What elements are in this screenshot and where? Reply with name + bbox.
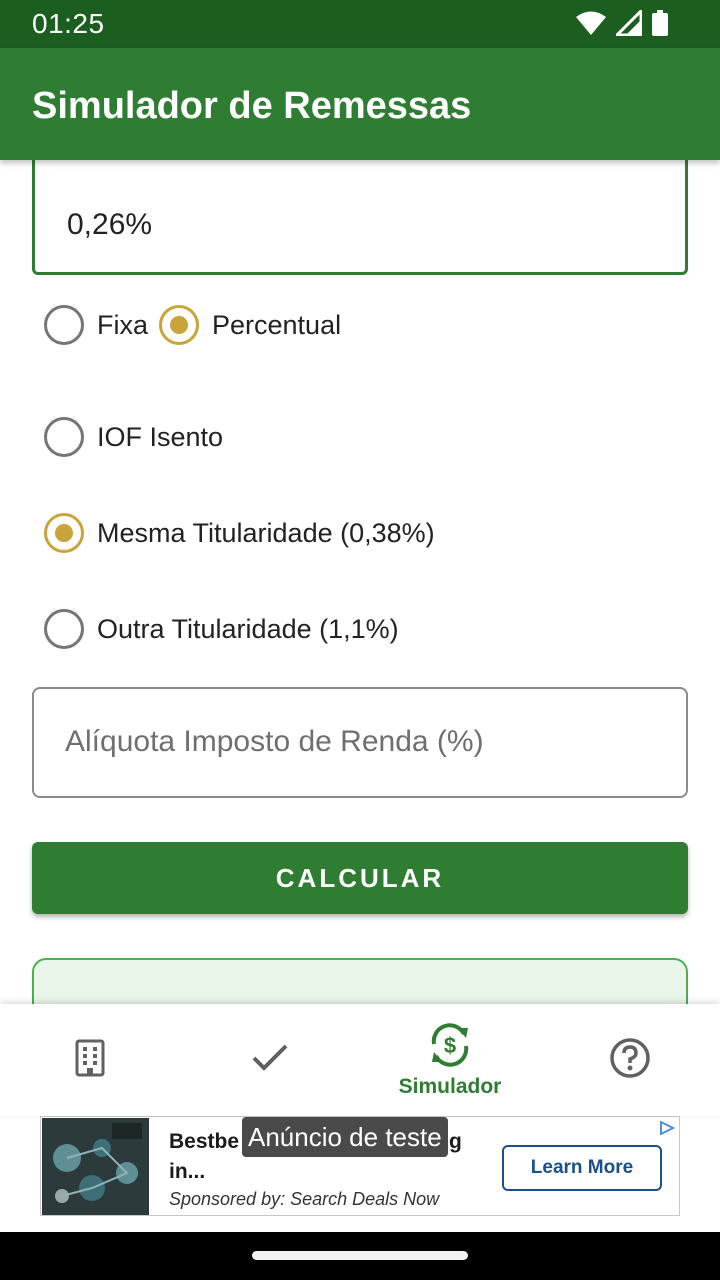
radio-button[interactable] xyxy=(44,305,84,345)
status-icons xyxy=(576,7,668,41)
result-card xyxy=(32,958,688,1004)
iof-isento-radio[interactable]: IOF Isento xyxy=(44,417,223,457)
nav-item-institutions[interactable] xyxy=(0,1004,180,1116)
income-tax-input[interactable]: Alíquota Imposto de Renda (%) xyxy=(32,687,688,798)
signal-icon xyxy=(613,7,643,41)
radio-label: Percentual xyxy=(212,309,342,340)
ad-image[interactable] xyxy=(42,1118,149,1215)
app-bar: Simulador de Remessas xyxy=(0,48,720,160)
bottom-navigation: $ Simulador xyxy=(0,1004,720,1116)
iof-outra-titularidade-radio[interactable]: Outra Titularidade (1,1%) xyxy=(44,609,399,649)
nav-item-simulador[interactable]: $ Simulador xyxy=(360,1004,540,1116)
calculate-button[interactable]: CALCULAR xyxy=(32,842,688,914)
test-ad-label: Anúncio de teste xyxy=(242,1117,448,1157)
ad-choices-icon[interactable] xyxy=(659,1120,676,1140)
radio-button[interactable] xyxy=(44,417,84,457)
nav-item-help[interactable] xyxy=(540,1004,720,1116)
check-icon xyxy=(251,1043,289,1078)
fee-input-value: 0,26% xyxy=(67,208,153,241)
income-tax-placeholder: Alíquota Imposto de Renda (%) xyxy=(65,725,484,758)
radio-button-checked[interactable] xyxy=(44,513,84,553)
status-time: 01:25 xyxy=(32,8,105,39)
learn-more-button[interactable]: Learn More xyxy=(502,1145,662,1191)
radio-label: Outra Titularidade (1,1%) xyxy=(97,613,399,644)
fee-type-percentual-radio[interactable]: Percentual xyxy=(159,305,341,345)
currency-exchange-icon: $ xyxy=(426,1022,474,1073)
help-icon xyxy=(609,1037,651,1084)
nav-item-check[interactable] xyxy=(180,1004,360,1116)
form-content[interactable]: 0,26% Fixa Percentual IOF Isento Mesma T… xyxy=(0,160,720,1004)
page-title: Simulador de Remessas xyxy=(32,85,472,127)
radio-button-checked[interactable] xyxy=(159,305,199,345)
radio-label: IOF Isento xyxy=(97,421,224,452)
ad-sponsor: Sponsored by: Search Deals Now xyxy=(169,1189,440,1209)
iof-mesma-titularidade-radio[interactable]: Mesma Titularidade (0,38%) xyxy=(44,513,435,553)
system-navigation-bar xyxy=(0,1232,720,1280)
building-icon xyxy=(75,1039,105,1082)
radio-label: Mesma Titularidade (0,38%) xyxy=(97,517,435,548)
nav-label-simulador: Simulador xyxy=(398,1074,502,1098)
radio-button[interactable] xyxy=(44,609,84,649)
fee-type-fixa-radio[interactable]: Fixa xyxy=(44,305,148,345)
home-gesture-bar[interactable] xyxy=(252,1251,468,1260)
fee-input[interactable]: 0,26% xyxy=(32,160,688,275)
battery-icon xyxy=(652,10,668,41)
wifi-icon xyxy=(576,10,606,41)
status-bar: 01:25 xyxy=(0,0,720,48)
svg-text:$: $ xyxy=(444,1033,456,1058)
radio-label: Fixa xyxy=(97,309,149,340)
